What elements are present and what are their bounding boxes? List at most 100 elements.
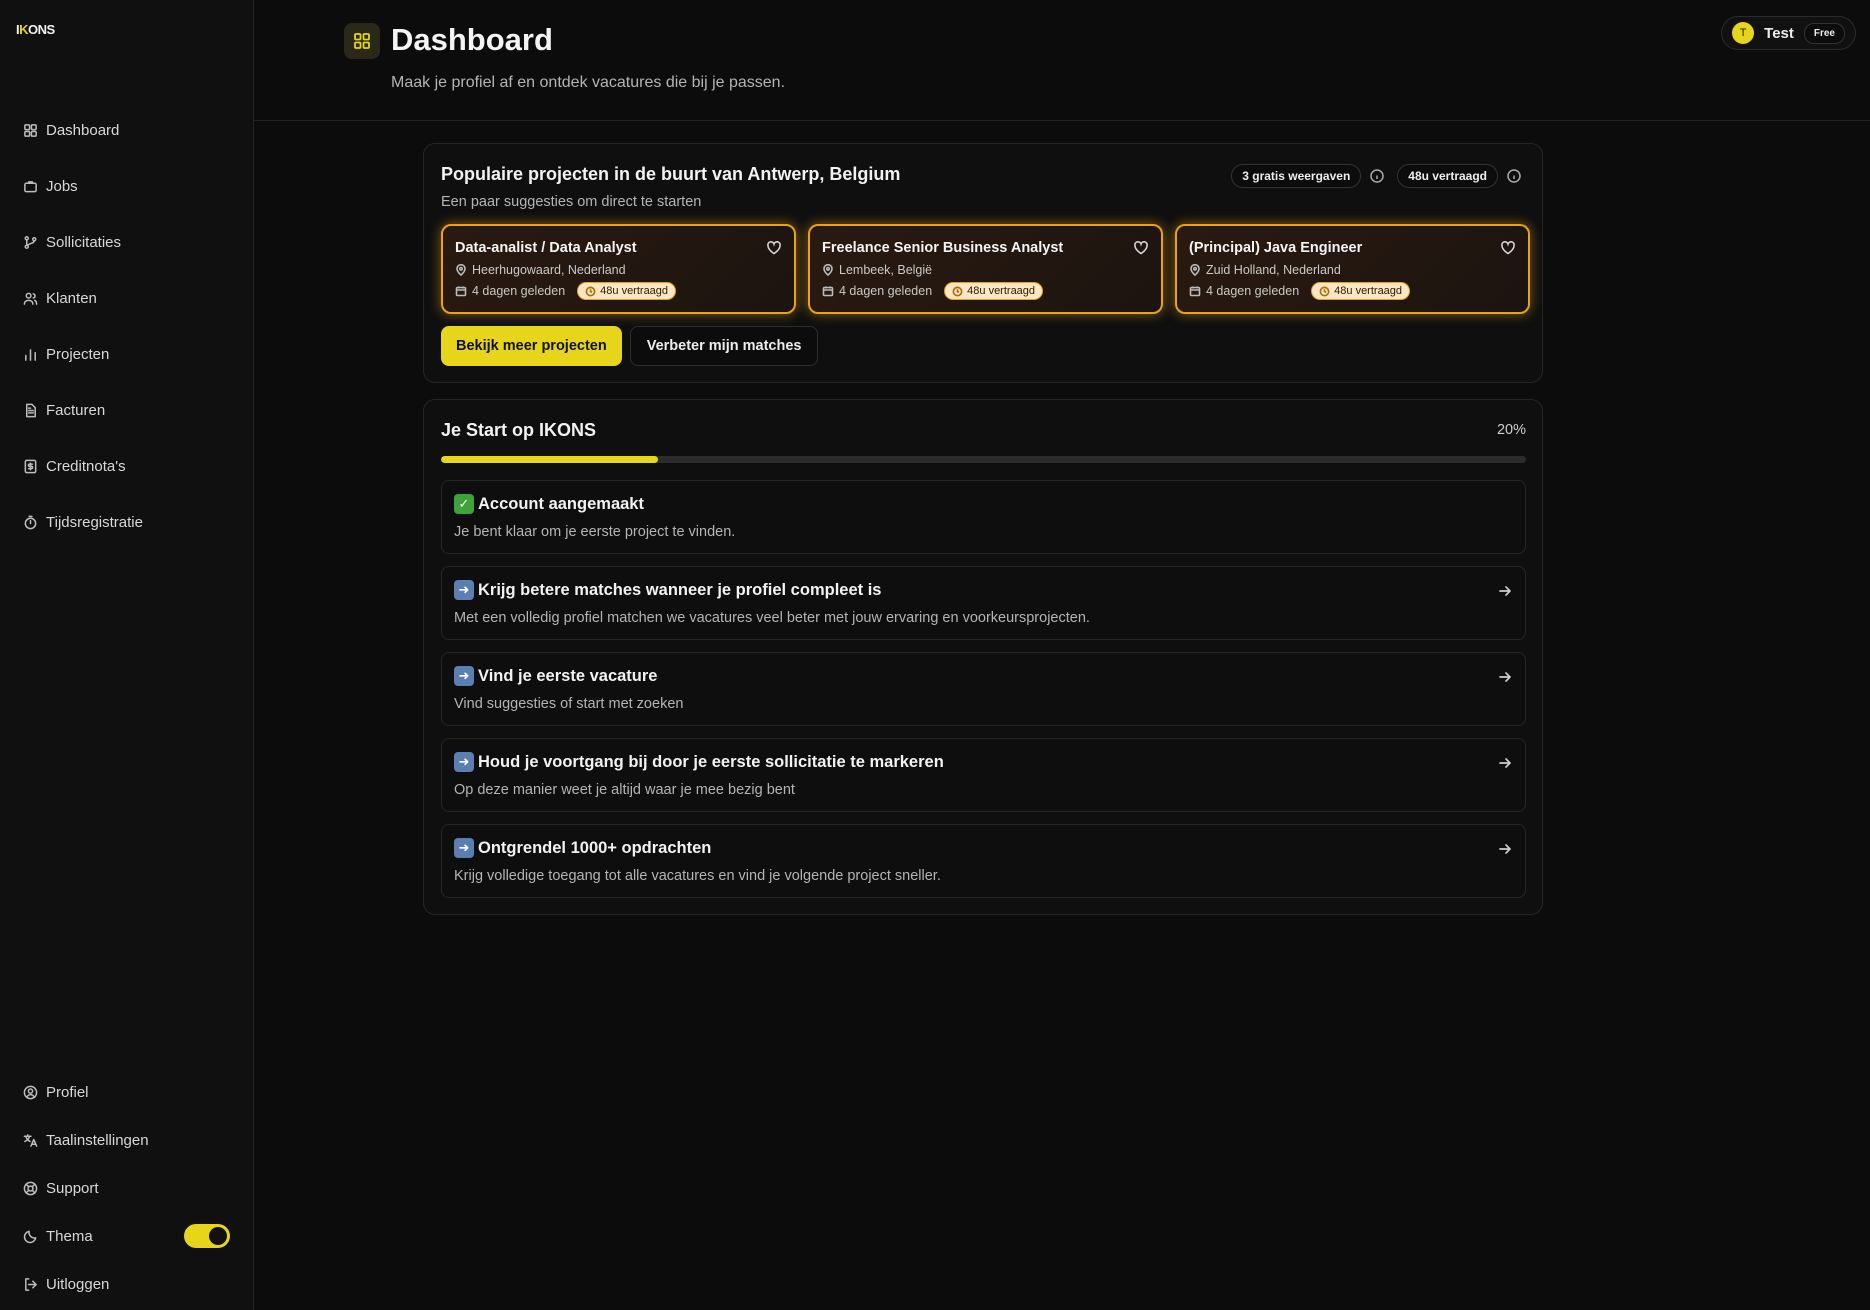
job-delay-label: 48u vertraagd xyxy=(1334,285,1403,297)
view-more-projects-button[interactable]: Bekijk meer projecten xyxy=(441,326,622,366)
ikons-logo[interactable]: IKONS xyxy=(16,22,55,37)
sidebar-item-taalinstellingen[interactable]: Taalinstellingen xyxy=(0,1116,254,1164)
sidebar-item-label: Profiel xyxy=(46,1083,89,1101)
arrow-right-icon xyxy=(1497,669,1513,685)
lifebuoy-icon xyxy=(22,1180,38,1196)
job-delay-label: 48u vertraagd xyxy=(600,285,669,297)
card-title: Je Start op IKONS xyxy=(441,420,597,440)
users-icon xyxy=(22,290,38,306)
sidebar-item-label: Facturen xyxy=(46,401,106,419)
job-posted: 4 dagen geleden xyxy=(1206,284,1300,298)
timer-icon xyxy=(22,514,38,530)
invoice-icon xyxy=(22,402,38,418)
sidebar-item-sollicitaties[interactable]: Sollicitaties xyxy=(0,214,254,270)
plan-badge: Free xyxy=(1803,22,1845,44)
bar-chart-icon xyxy=(22,346,38,362)
arrow-right-icon xyxy=(1497,755,1513,771)
card-actions: Bekijk meer projecten Verbeter mijn matc… xyxy=(441,326,819,366)
sidebar-item-tijdsregistratie[interactable]: Tijdsregistratie xyxy=(0,494,254,550)
sidebar-item-facturen[interactable]: Facturen xyxy=(0,382,254,438)
heart-icon[interactable] xyxy=(1133,240,1149,256)
onboarding-steps: ✓ Account aangemaakt Je bent klaar om je … xyxy=(441,480,1526,910)
job-card[interactable]: Freelance Senior Business Analyst Lembee… xyxy=(808,224,1163,314)
job-delay-label: 48u vertraagd xyxy=(967,285,1036,297)
step-track-application[interactable]: ➜ Houd je voortgang bij door je eerste so… xyxy=(441,738,1526,812)
sidebar-item-uitloggen[interactable]: Uitloggen xyxy=(0,1260,254,1308)
sidebar-item-creditnotas[interactable]: Creditnota's xyxy=(0,438,254,494)
step-find-first-vacancy[interactable]: ➜ Vind je eerste vacature Vind suggesties… xyxy=(441,652,1526,726)
user-circle-icon xyxy=(22,1084,38,1100)
moon-icon xyxy=(22,1228,38,1244)
branch-icon xyxy=(22,234,38,250)
step-description: Op deze manier weet je altijd waar je me… xyxy=(454,782,795,798)
info-icon[interactable] xyxy=(1506,168,1522,184)
job-posted: 4 dagen geleden xyxy=(472,284,566,298)
main-nav: Dashboard Jobs Sollicitaties Klanten Pro… xyxy=(0,102,254,550)
sidebar-item-profiel[interactable]: Profiel xyxy=(0,1068,254,1116)
logout-icon xyxy=(22,1276,38,1292)
bottom-nav: Profiel Taalinstellingen Support Thema U… xyxy=(0,1068,254,1308)
step-complete-profile[interactable]: ➜ Krijg betere matches wanneer je profiel… xyxy=(441,566,1526,640)
card-title: Populaire projecten in de buurt van Antw… xyxy=(441,164,901,184)
calendar-icon xyxy=(1189,285,1201,297)
popular-projects-card: Populaire projecten in de buurt van Antw… xyxy=(423,143,1543,383)
page-subtitle: Maak je profiel af en ontdek vacatures d… xyxy=(391,74,786,91)
job-location: Lembeek, België xyxy=(839,263,933,277)
job-location: Heerhugowaard, Nederland xyxy=(472,263,626,277)
improve-matches-button[interactable]: Verbeter mijn matches xyxy=(629,326,819,366)
user-menu[interactable]: T Test Free xyxy=(1721,16,1856,50)
page-title: Dashboard xyxy=(391,22,553,57)
job-delay-badge: 48u vertraagd xyxy=(577,282,677,300)
sidebar-item-label: Dashboard xyxy=(46,121,120,139)
progress-fill xyxy=(441,456,658,463)
sidebar-item-thema[interactable]: Thema xyxy=(0,1212,254,1260)
heart-icon[interactable] xyxy=(1500,240,1516,256)
briefcase-icon xyxy=(22,178,38,194)
dashboard-icon xyxy=(344,23,380,59)
calendar-icon xyxy=(455,285,467,297)
arrow-right-icon xyxy=(1497,841,1513,857)
sidebar: IKONS Dashboard Jobs Sollicitaties Klant… xyxy=(0,0,254,1310)
step-description: Vind suggesties of start met zoeken xyxy=(454,696,684,712)
job-delay-badge: 48u vertraagd xyxy=(1311,282,1411,300)
arrow-right-emoji-icon: ➜ xyxy=(454,752,474,772)
clock-icon xyxy=(585,286,596,296)
sidebar-item-jobs[interactable]: Jobs xyxy=(0,158,254,214)
arrow-right-emoji-icon: ➜ xyxy=(454,580,474,600)
sidebar-item-label: Projecten xyxy=(46,345,110,363)
arrow-right-icon xyxy=(1497,583,1513,599)
dashboard-icon xyxy=(22,122,38,138)
step-title: Houd je voortgang bij door je eerste sol… xyxy=(478,752,944,771)
sidebar-item-label: Taalinstellingen xyxy=(46,1131,149,1149)
sidebar-item-projecten[interactable]: Projecten xyxy=(0,326,254,382)
job-title: Data-analist / Data Analyst xyxy=(455,240,637,256)
language-icon xyxy=(22,1132,38,1148)
step-title: Krijg betere matches wanneer je profiel … xyxy=(478,580,882,599)
receipt-icon xyxy=(22,458,38,474)
step-description: Je bent klaar om je eerste project te vi… xyxy=(454,524,736,540)
step-description: Met een volledig profiel matchen we vaca… xyxy=(454,610,1090,626)
sidebar-item-label: Uitloggen xyxy=(46,1275,110,1293)
sidebar-item-support[interactable]: Support xyxy=(0,1164,254,1212)
step-unlock-assignments[interactable]: ➜ Ontgrendel 1000+ opdrachten Krijg volle… xyxy=(441,824,1526,898)
sidebar-item-dashboard[interactable]: Dashboard xyxy=(0,102,254,158)
calendar-icon xyxy=(822,285,834,297)
map-pin-icon xyxy=(455,264,467,276)
heart-icon[interactable] xyxy=(766,240,782,256)
job-card[interactable]: (Principal) Java Engineer Zuid Holland, … xyxy=(1175,224,1530,314)
sidebar-item-klanten[interactable]: Klanten xyxy=(0,270,254,326)
step-title: Ontgrendel 1000+ opdrachten xyxy=(478,838,712,857)
job-card[interactable]: Data-analist / Data Analyst Heerhugowaar… xyxy=(441,224,796,314)
clock-icon xyxy=(952,286,963,296)
step-title: Account aangemaakt xyxy=(478,494,644,513)
sidebar-item-label: Creditnota's xyxy=(46,457,126,475)
map-pin-icon xyxy=(822,264,834,276)
progress-bar xyxy=(441,456,1526,463)
info-icon[interactable] xyxy=(1369,168,1385,184)
sidebar-item-label: Thema xyxy=(46,1227,93,1245)
avatar: T xyxy=(1732,22,1755,44)
map-pin-icon xyxy=(1189,264,1201,276)
sidebar-item-label: Sollicitaties xyxy=(46,233,122,251)
sidebar-item-label: Jobs xyxy=(46,177,78,195)
theme-toggle[interactable] xyxy=(184,1224,230,1248)
